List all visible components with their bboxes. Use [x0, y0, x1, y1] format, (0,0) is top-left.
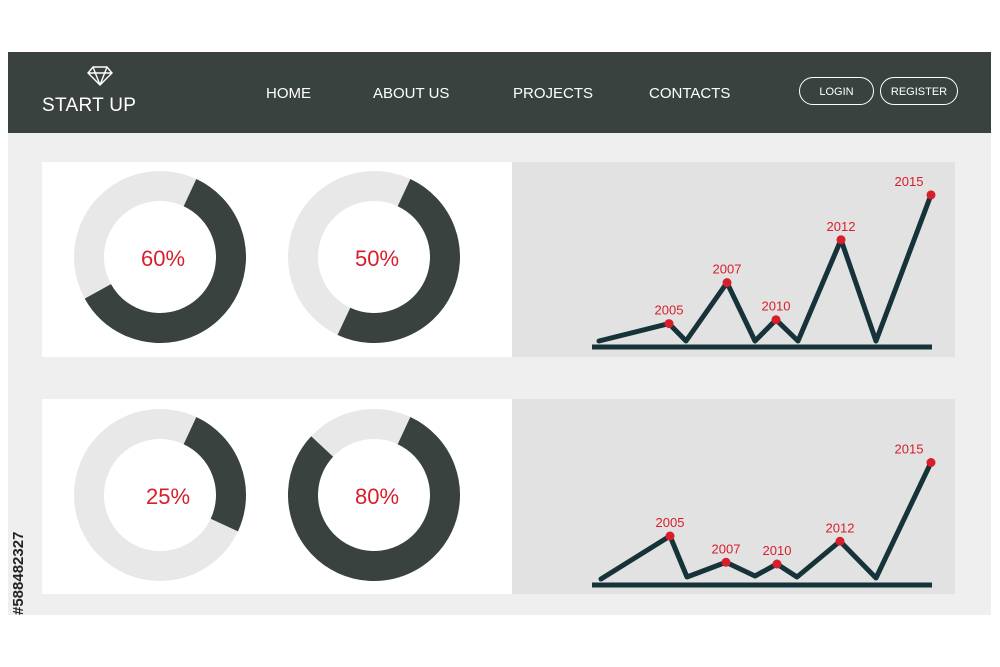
- donut-chart-2: 50%: [288, 171, 460, 343]
- brand-name[interactable]: START UP: [42, 95, 136, 117]
- register-button[interactable]: REGISTER: [880, 77, 958, 105]
- series-line: [598, 460, 934, 582]
- year-label: 2012: [826, 520, 855, 535]
- data-point: [926, 190, 936, 200]
- data-point: [835, 536, 845, 546]
- watermark-id: #588482327: [10, 531, 27, 615]
- donut-chart-4: 80%: [288, 409, 460, 581]
- donut-percent-label: 60%: [141, 246, 185, 271]
- donut-chart-3: 25%: [74, 409, 246, 581]
- donut-chart-1: 60%: [74, 171, 246, 343]
- data-point: [926, 458, 936, 467]
- login-button[interactable]: LOGIN: [799, 77, 874, 105]
- year-label: 2005: [655, 303, 684, 318]
- data-point: [772, 559, 782, 569]
- data-point: [722, 278, 732, 288]
- data-point: [721, 557, 731, 567]
- year-label: 2005: [656, 515, 685, 530]
- year-label: 2015: [895, 174, 924, 189]
- diamond-icon: [87, 66, 113, 86]
- data-point: [664, 319, 674, 329]
- nav-contacts[interactable]: CONTACTS: [649, 85, 730, 102]
- year-label: 2012: [827, 219, 856, 234]
- nav-home[interactable]: HOME: [266, 85, 311, 102]
- stock-watermark: #588482327: [10, 425, 34, 625]
- line-chart-top: 2005 2007 2010 2012 2015: [592, 174, 936, 350]
- year-label: 2010: [763, 543, 792, 558]
- year-label: 2007: [712, 541, 741, 556]
- year-label: 2015: [895, 442, 924, 457]
- nav-about-us[interactable]: ABOUT US: [373, 85, 449, 102]
- year-label: 2007: [713, 262, 742, 277]
- line-chart-bottom: 2005 2007 2010 2012 2015: [592, 442, 936, 588]
- data-point: [665, 531, 675, 541]
- donut-percent-label: 50%: [355, 246, 399, 271]
- year-label: 2010: [762, 299, 791, 314]
- series-line: [596, 192, 934, 344]
- top-navbar: START UP HOME ABOUT US PROJECTS CONTACTS…: [8, 52, 991, 133]
- data-point: [836, 235, 846, 245]
- donut-percent-label: 25%: [146, 484, 190, 509]
- data-point: [771, 315, 781, 325]
- donut-percent-label: 80%: [355, 484, 399, 509]
- nav-projects[interactable]: PROJECTS: [513, 85, 593, 102]
